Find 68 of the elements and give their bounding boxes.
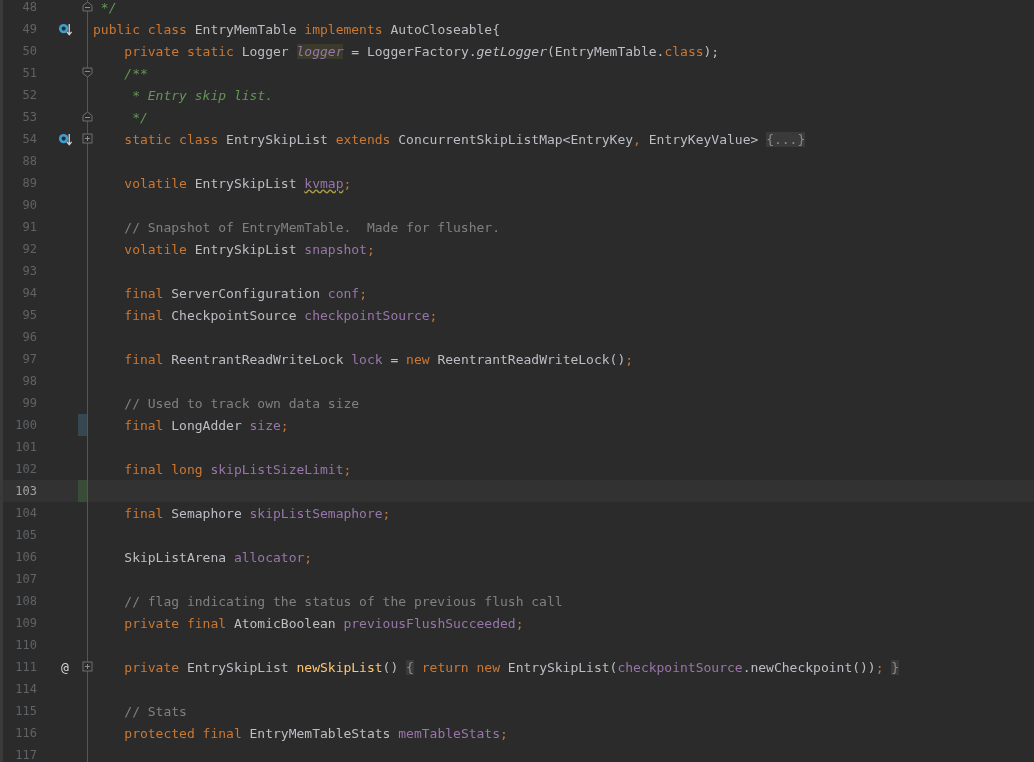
code-line: final CheckpointSource checkpointSource; (123, 307, 439, 323)
line-number: 102 (14, 462, 38, 476)
code-line: */ (131, 109, 149, 125)
line-number: 100 (14, 418, 38, 432)
line-number: 53 (21, 110, 38, 124)
expand-icon[interactable] (82, 661, 93, 672)
line-number: 98 (21, 374, 38, 388)
code-line: */ (99, 0, 118, 15)
code-line: // Used to track own data size (123, 395, 361, 411)
line-number: 89 (21, 176, 38, 190)
code-line: // Snapshot of EntryMemTable. Made for flusher. (123, 219, 501, 235)
line-number: 91 (21, 220, 38, 234)
line-number: 114 (14, 682, 38, 696)
line-number: 48 (21, 0, 38, 14)
line-number: 88 (21, 154, 38, 168)
fold-end-icon[interactable] (82, 111, 93, 122)
line-number: 95 (21, 308, 38, 322)
line-number: 96 (21, 330, 38, 344)
code-line: static class EntrySkipList extends ConcurrentSkipListMap<EntryKey, EntryKeyValue> {...} (123, 131, 807, 147)
line-number: 97 (21, 352, 38, 366)
line-number: 92 (21, 242, 38, 256)
code-line: final ReentrantReadWriteLock lock = new ReentrantReadWriteLock(); (123, 351, 635, 367)
line-number: 94 (21, 286, 38, 300)
code-line: final LongAdder size; (123, 417, 290, 433)
code-line: final Semaphore skipListSemaphore; (123, 505, 392, 521)
line-number: 111 (14, 660, 38, 674)
code-line: // Stats (123, 703, 188, 719)
line-number: 54 (21, 132, 38, 146)
line-number: 90 (21, 198, 38, 212)
code-line: * Entry skip list. (131, 87, 274, 103)
code-line: private final AtomicBoolean previousFlushSucceeded; (123, 615, 525, 631)
code-line: // flag indicating the status of the previous flush call (123, 593, 564, 609)
code-line: protected final EntryMemTableStats memTableStats; (123, 725, 509, 741)
line-number: 50 (21, 44, 38, 58)
code-line: private EntrySkipList newSkipList() { return new EntrySkipList(checkpointSource.newCheckpoint()); } (123, 659, 901, 675)
fold-start-icon[interactable] (82, 67, 93, 78)
code-line: public class EntryMemTable implements AutoCloseable{ (93, 21, 501, 37)
change-marker[interactable] (78, 480, 87, 502)
line-number: 115 (14, 704, 38, 718)
line-number: 110 (14, 638, 38, 652)
line-number: 109 (14, 616, 38, 630)
line-number: 99 (21, 396, 38, 410)
line-number: 103 (14, 484, 38, 498)
code-line: final long skipListSizeLimit; (123, 461, 353, 477)
line-number: 105 (14, 528, 38, 542)
change-marker[interactable] (78, 414, 87, 436)
code-line: final ServerConfiguration conf; (123, 285, 368, 301)
at-sign-icon[interactable]: @ (61, 659, 69, 675)
line-number: 104 (14, 506, 38, 520)
line-number: 106 (14, 550, 38, 564)
code-line: /** (123, 65, 149, 81)
implemented-method-icon[interactable] (57, 21, 73, 37)
expand-icon[interactable] (82, 133, 93, 144)
line-number: 108 (14, 594, 38, 608)
line-number: 49 (21, 22, 38, 36)
line-number: 52 (21, 88, 38, 102)
code-line: volatile EntrySkipList kvmap; (123, 175, 353, 191)
line-number: 93 (21, 264, 38, 278)
code-line: private static Logger logger = LoggerFactory.getLogger(EntryMemTable.class); (123, 43, 721, 59)
line-number: 117 (14, 748, 38, 762)
line-number: 107 (14, 572, 38, 586)
line-number: 116 (14, 726, 38, 740)
code-line: SkipListArena allocator; (123, 549, 314, 565)
implemented-method-icon[interactable] (57, 131, 73, 147)
fold-end-icon[interactable] (82, 1, 93, 12)
line-number: 51 (21, 66, 38, 80)
line-number: 101 (14, 440, 38, 454)
code-line: volatile EntrySkipList snapshot; (123, 241, 376, 257)
